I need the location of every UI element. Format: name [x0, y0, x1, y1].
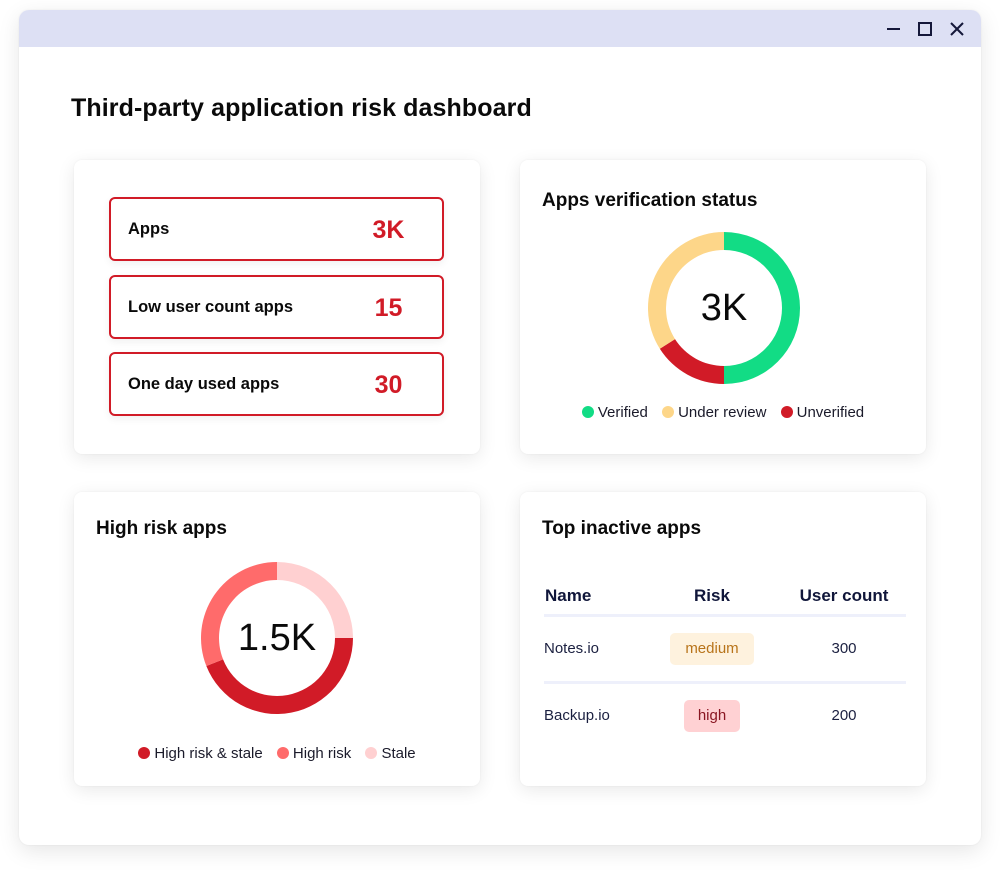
- user-count: 200: [831, 707, 857, 724]
- legend-item-high-risk: High risk: [276, 745, 352, 762]
- high-risk-apps-card: High risk apps 1.5K High risk & stale Hi…: [74, 492, 480, 786]
- title-bar: [19, 10, 981, 47]
- card-title: Top inactive apps: [542, 518, 702, 539]
- table-row[interactable]: Notes.io medium 300: [544, 617, 906, 684]
- legend-label: Under review: [678, 404, 767, 421]
- legend-dot: [662, 406, 675, 418]
- app-name: Backup.io: [544, 707, 610, 724]
- legend-label: High risk & stale: [154, 745, 263, 762]
- legend-dot: [780, 406, 793, 418]
- table-row[interactable]: Backup.io high 200: [544, 684, 906, 748]
- stat-label: Low user count apps: [128, 298, 294, 316]
- minimize-button[interactable]: [884, 19, 904, 39]
- high-risk-donut-chart: 1.5K: [201, 562, 353, 714]
- verification-status-card: Apps verification status 3K Verified Und…: [520, 160, 926, 454]
- column-header-user-count[interactable]: User count: [784, 586, 904, 606]
- stats-card: Apps 3K Low user count apps 15 One day u…: [74, 160, 480, 454]
- legend-item-under-review: Under review: [662, 404, 766, 421]
- legend-item-high-risk-stale: High risk & stale: [138, 745, 263, 762]
- column-header-risk[interactable]: Risk: [654, 586, 770, 606]
- donut-center-label: 1.5K: [237, 617, 317, 659]
- app-name: Notes.io: [544, 640, 600, 657]
- stat-value: 3K: [372, 216, 405, 244]
- stat-label: Apps: [128, 220, 170, 238]
- user-count: 300: [831, 640, 857, 657]
- legend-dot: [581, 406, 594, 418]
- maximize-button[interactable]: [915, 19, 935, 39]
- legend-dot: [365, 747, 378, 759]
- stat-one-day-used-apps[interactable]: One day used apps 30: [109, 352, 444, 416]
- high-risk-legend: High risk & stale High risk Stale: [74, 745, 480, 762]
- column-header-name[interactable]: Name: [545, 586, 591, 606]
- maximize-icon: [918, 22, 932, 36]
- card-title: Apps verification status: [542, 190, 758, 211]
- stat-value: 30: [374, 371, 403, 399]
- minimize-icon: [887, 28, 900, 30]
- legend-dot: [138, 747, 151, 759]
- stat-low-user-count-apps[interactable]: Low user count apps 15: [109, 275, 444, 339]
- risk-badge: medium: [670, 633, 754, 665]
- app-window: Third-party application risk dashboard A…: [19, 10, 981, 845]
- card-title: High risk apps: [96, 518, 227, 539]
- stat-label: One day used apps: [128, 375, 280, 393]
- legend-item-unverified: Unverified: [780, 404, 865, 421]
- legend-item-verified: Verified: [581, 404, 648, 421]
- donut-center-label: 3K: [700, 287, 748, 329]
- stat-value: 15: [374, 294, 403, 322]
- legend-label: Verified: [597, 404, 648, 421]
- legend-dot: [276, 747, 289, 759]
- inactive-apps-table: Name Risk User count Notes.io medium 300…: [544, 580, 906, 748]
- close-icon: [950, 22, 964, 36]
- risk-badge: high: [684, 700, 740, 732]
- top-inactive-apps-card: Top inactive apps Name Risk User count N…: [520, 492, 926, 786]
- stat-apps[interactable]: Apps 3K: [109, 197, 444, 261]
- verification-donut-chart: 3K: [648, 232, 800, 384]
- page-title: Third-party application risk dashboard: [71, 94, 532, 122]
- verification-legend: Verified Under review Unverified: [520, 404, 926, 421]
- close-button[interactable]: [947, 19, 967, 39]
- legend-label: Unverified: [796, 404, 865, 421]
- table-header: Name Risk User count: [544, 580, 906, 617]
- legend-label: Stale: [381, 745, 416, 762]
- legend-label: High risk: [292, 745, 352, 762]
- legend-item-stale: Stale: [365, 745, 416, 762]
